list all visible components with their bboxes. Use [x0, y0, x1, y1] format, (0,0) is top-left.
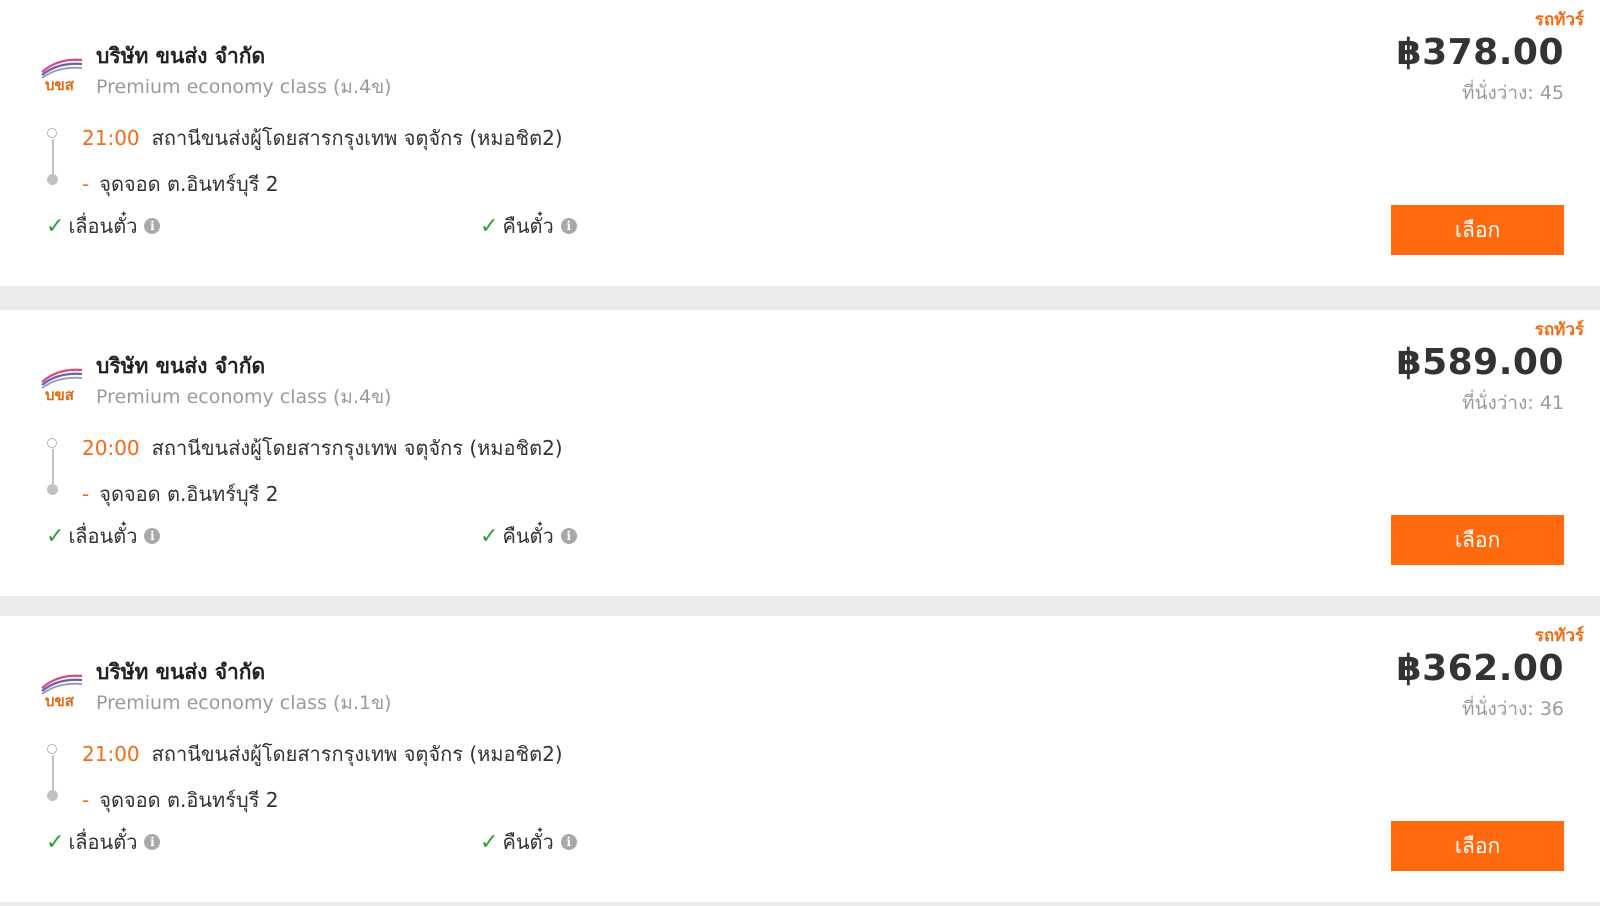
refund-ticket-label: คืนตั๋ว: [502, 524, 554, 548]
route-line: [51, 755, 54, 791]
check-icon: ✓: [480, 523, 499, 549]
change-ticket-label: เลื่อนตั๋ว: [68, 830, 138, 854]
seats-available: ที่นั่งว่าง: 41: [1461, 392, 1564, 414]
logo-text: บขส: [45, 386, 75, 404]
vehicle-type-tag: รถทัวร์: [1534, 10, 1584, 30]
change-ticket-policy: ✓ เลื่อนตั๋ว i: [46, 520, 161, 552]
refund-ticket-label: คืนตั๋ว: [502, 830, 554, 854]
ticket-price: ฿378.00: [1396, 32, 1564, 73]
company-name: บริษัท ขนส่ง จำกัด: [96, 660, 266, 684]
change-ticket-label: เลื่อนตั๋ว: [68, 524, 138, 548]
stop-row: - จุดจอด ต.อินทร์บุรี 2: [82, 784, 278, 816]
trip-card: รถทัวร์ บขส บริษัท ขนส่ง จำกัด Premium e…: [0, 0, 1600, 286]
departure-station: สถานีขนส่งผู้โดยสารกรุงเทพ จตุจักร (หมอช…: [151, 742, 563, 766]
departure-row: 21:00 สถานีขนส่งผู้โดยสารกรุงเทพ จตุจักร …: [82, 738, 563, 770]
select-trip-button[interactable]: เลือก: [1391, 515, 1564, 565]
info-icon[interactable]: i: [560, 218, 577, 234]
logo-text: บขส: [45, 76, 75, 94]
change-ticket-policy: ✓ เลื่อนตั๋ว i: [46, 210, 161, 242]
departure-time: 20:00: [82, 436, 140, 460]
origin-dot: [47, 438, 57, 448]
seat-class: Premium economy class (ม.1ข): [96, 692, 392, 714]
destination-dot: [47, 484, 58, 495]
departure-row: 20:00 สถานีขนส่งผู้โดยสารกรุงเทพ จตุจักร …: [82, 432, 563, 464]
destination-dot: [47, 790, 58, 801]
ticket-price: ฿589.00: [1396, 342, 1564, 383]
refund-ticket-label: คืนตั๋ว: [502, 214, 554, 238]
departure-station: สถานีขนส่งผู้โดยสารกรุงเทพ จตุจักร (หมอช…: [151, 126, 563, 150]
seat-class: Premium economy class (ม.4ข): [96, 76, 392, 98]
route-timeline: [47, 744, 58, 801]
stop-name: จุดจอด ต.อินทร์บุรี 2: [99, 172, 279, 196]
origin-dot: [47, 128, 57, 138]
seats-available: ที่นั่งว่าง: 36: [1461, 698, 1564, 720]
info-icon[interactable]: i: [144, 528, 161, 544]
check-icon: ✓: [480, 213, 499, 239]
departure-time: 21:00: [82, 742, 140, 766]
select-trip-button[interactable]: เลือก: [1391, 821, 1564, 871]
stop-dash: -: [82, 172, 90, 196]
stop-name: จุดจอด ต.อินทร์บุรี 2: [99, 788, 279, 812]
change-ticket-policy: ✓ เลื่อนตั๋ว i: [46, 826, 161, 858]
refund-ticket-policy: ✓ คืนตั๋ว i: [480, 826, 577, 858]
info-icon[interactable]: i: [144, 218, 161, 234]
trip-card: รถทัวร์ บขส บริษัท ขนส่ง จำกัด Premium e…: [0, 310, 1600, 596]
stop-dash: -: [82, 788, 90, 812]
info-icon[interactable]: i: [144, 834, 161, 850]
company-name: บริษัท ขนส่ง จำกัด: [96, 354, 266, 378]
refund-ticket-policy: ✓ คืนตั๋ว i: [480, 520, 577, 552]
trip-card: รถทัวร์ บขส บริษัท ขนส่ง จำกัด Premium e…: [0, 616, 1600, 902]
stop-row: - จุดจอด ต.อินทร์บุรี 2: [82, 168, 278, 200]
departure-time: 21:00: [82, 126, 140, 150]
select-trip-button[interactable]: เลือก: [1391, 205, 1564, 255]
route-line: [51, 449, 54, 485]
stop-name: จุดจอด ต.อินทร์บุรี 2: [99, 482, 279, 506]
vehicle-type-tag: รถทัวร์: [1534, 320, 1584, 340]
change-ticket-label: เลื่อนตั๋ว: [68, 214, 138, 238]
seats-available: ที่นั่งว่าง: 45: [1461, 82, 1564, 104]
destination-dot: [47, 174, 58, 185]
ticket-price: ฿362.00: [1396, 648, 1564, 689]
check-icon: ✓: [46, 829, 65, 855]
info-icon[interactable]: i: [560, 834, 577, 850]
check-icon: ✓: [480, 829, 499, 855]
departure-row: 21:00 สถานีขนส่งผู้โดยสารกรุงเทพ จตุจักร …: [82, 122, 563, 154]
company-name: บริษัท ขนส่ง จำกัด: [96, 44, 266, 68]
route-timeline: [47, 128, 58, 185]
bus-company-logo: บขส: [41, 674, 83, 710]
stop-dash: -: [82, 482, 90, 506]
route-timeline: [47, 438, 58, 495]
info-icon[interactable]: i: [560, 528, 577, 544]
check-icon: ✓: [46, 523, 65, 549]
origin-dot: [47, 744, 57, 754]
logo-text: บขส: [45, 692, 75, 710]
bus-company-logo: บขส: [41, 368, 83, 404]
departure-station: สถานีขนส่งผู้โดยสารกรุงเทพ จตุจักร (หมอช…: [151, 436, 563, 460]
check-icon: ✓: [46, 213, 65, 239]
route-line: [51, 139, 54, 175]
vehicle-type-tag: รถทัวร์: [1534, 626, 1584, 646]
seat-class: Premium economy class (ม.4ข): [96, 386, 392, 408]
refund-ticket-policy: ✓ คืนตั๋ว i: [480, 210, 577, 242]
bus-company-logo: บขส: [41, 58, 83, 94]
stop-row: - จุดจอด ต.อินทร์บุรี 2: [82, 478, 278, 510]
